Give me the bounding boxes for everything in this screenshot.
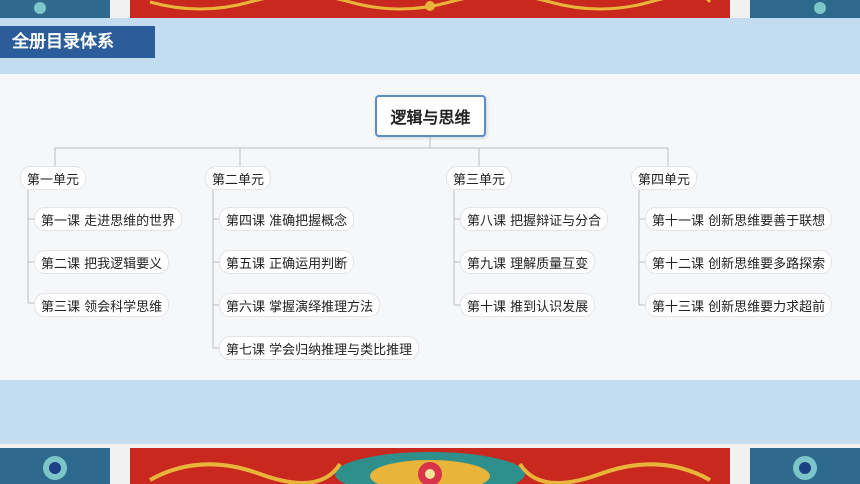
lesson-node: 第三课 领会科学思维 [34,293,170,317]
lesson-node: 第一课 走进思维的世界 [34,207,183,231]
unit-node-3: 第三单元 [446,166,513,190]
mindmap-root-node: 逻辑与思维 [375,95,486,137]
section-title: 全册目录体系 [0,26,155,58]
top-ornament-band [0,0,860,18]
lesson-node: 第二课 把我逻辑要义 [34,250,170,274]
lesson-node: 第十三课 创新思维要力求超前 [645,293,833,317]
lesson-node: 第十课 推到认识发展 [460,293,596,317]
lesson-node: 第五课 正确运用判断 [219,250,355,274]
mindmap-panel: 逻辑与思维 第一单元 第一课 走进思维的世界 第二课 把我逻辑要义 第三课 领会… [0,74,860,380]
unit-node-1: 第一单元 [20,166,87,190]
lesson-node: 第九课 理解质量互变 [460,250,596,274]
lesson-node: 第八课 把握辩证与分合 [460,207,609,231]
lesson-node: 第十二课 创新思维要多路探索 [645,250,833,274]
bottom-ornament-band [0,444,860,484]
lesson-node: 第七课 学会归纳推理与类比推理 [219,336,420,360]
lesson-node: 第六课 掌握演绎推理方法 [219,293,381,317]
lesson-node: 第四课 准确把握概念 [219,207,355,231]
unit-node-4: 第四单元 [631,166,698,190]
unit-node-2: 第二单元 [205,166,272,190]
lesson-node: 第十一课 创新思维要善于联想 [645,207,833,231]
